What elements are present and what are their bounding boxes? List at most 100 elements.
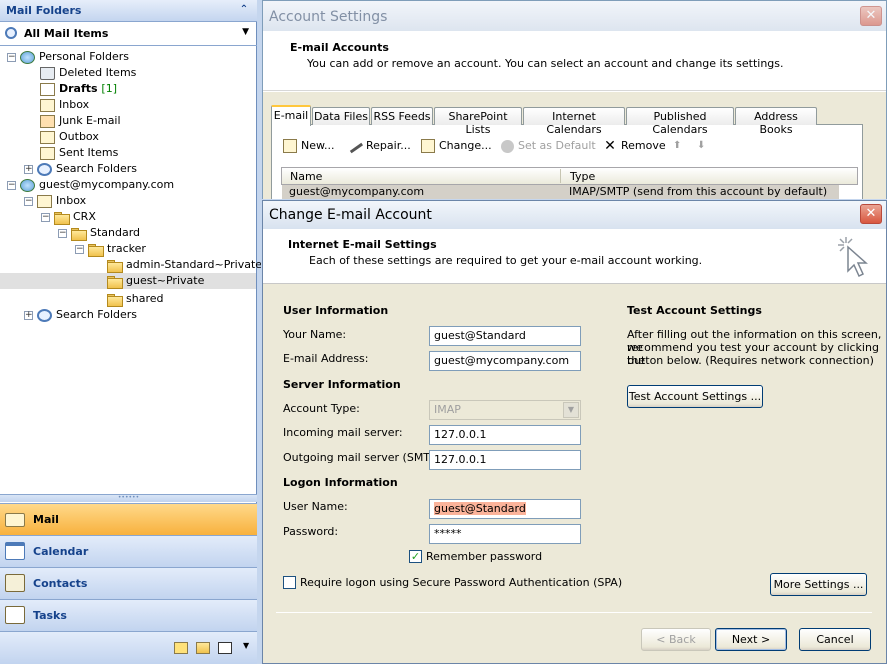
tree-item-label: tracker (107, 242, 146, 255)
column-type[interactable]: Type (570, 170, 595, 183)
tree-item-guest-private[interactable]: guest~Private (0, 273, 256, 289)
remove-button[interactable]: ✕ Remove (603, 136, 666, 156)
tab-rss-feeds[interactable]: RSS Feeds (371, 107, 433, 125)
tree-item-standard[interactable]: − Standard (58, 225, 140, 241)
mail-nav-button[interactable]: Mail (0, 503, 257, 535)
email-address-input[interactable]: guest@mycompany.com (429, 351, 581, 371)
tree-item-sent-items[interactable]: Sent Items (40, 145, 118, 161)
column-name[interactable]: Name (290, 170, 322, 183)
calendar-nav-button[interactable]: Calendar (0, 535, 257, 567)
dialog-title: Change E-mail Account (269, 207, 432, 223)
expand-toggle-icon[interactable]: + (24, 164, 33, 174)
account-type-select[interactable]: IMAP ▼ (429, 400, 581, 420)
dialog-separator (276, 612, 872, 613)
all-mail-items-label: All Mail Items (24, 27, 109, 40)
tree-item-imap-inbox[interactable]: − Inbox (24, 193, 86, 209)
tree-item-label: admin-Standard~Private (126, 258, 263, 271)
tab-address-books[interactable]: Address Books (735, 107, 817, 136)
tree-item-junk-email[interactable]: Junk E-mail (40, 113, 121, 129)
shortcuts-icon[interactable] (218, 642, 232, 654)
outgoing-server-input[interactable]: 127.0.0.1 (429, 450, 581, 470)
expand-toggle-icon[interactable]: + (24, 310, 33, 320)
configure-buttons-chevron-icon[interactable]: ▼ (243, 641, 249, 650)
table-row[interactable]: guest@mycompany.com IMAP/SMTP (send from… (282, 185, 839, 199)
nav-pane-splitter[interactable]: •••••• (0, 494, 257, 502)
spa-checkbox[interactable] (283, 576, 296, 589)
tree-item-label: Search Folders (56, 308, 138, 321)
outgoing-server-value: 127.0.0.1 (434, 453, 487, 466)
tasks-icon (5, 606, 25, 624)
close-button[interactable]: ✕ (860, 6, 882, 26)
collapse-toggle-icon[interactable]: − (75, 244, 84, 254)
email-address-label: E-mail Address: (283, 352, 369, 365)
cancel-button[interactable]: Cancel (799, 628, 871, 651)
next-button[interactable]: Next > (715, 628, 787, 651)
test-account-settings-button[interactable]: Test Account Settings ... (627, 385, 763, 408)
incoming-server-label: Incoming mail server: (283, 426, 403, 439)
close-button[interactable]: ✕ (860, 204, 882, 224)
tab-label: Address Books (754, 110, 798, 136)
tree-item-label: Outbox (59, 130, 99, 143)
tree-item-guest-account[interactable]: − guest@mycompany.com (7, 177, 174, 193)
spa-label: Require logon using Secure Password Auth… (300, 576, 623, 589)
incoming-server-value: 127.0.0.1 (434, 428, 487, 441)
collapse-toggle-icon[interactable]: − (41, 212, 50, 222)
move-up-arrow-icon[interactable]: ⬆ (673, 136, 681, 156)
nav-pane-header: Mail Folders ⌃ (0, 0, 257, 22)
tasks-nav-label: Tasks (33, 609, 67, 622)
all-mail-items-dropdown[interactable]: All Mail Items ▼ (0, 22, 257, 46)
change-button[interactable]: Change... (421, 136, 492, 156)
dialog-header: Internet E-mail Settings Each of these s… (263, 229, 886, 284)
sent-items-icon (40, 146, 55, 160)
back-button[interactable]: < Back (641, 628, 711, 651)
tab-published-calendars[interactable]: Published Calendars (626, 107, 734, 136)
mail-icon (5, 513, 25, 527)
tab-sharepoint-lists[interactable]: SharePoint Lists (434, 107, 522, 136)
folder-icon (107, 259, 123, 273)
tab-internet-calendars[interactable]: Internet Calendars (523, 107, 625, 136)
collapse-toggle-icon[interactable]: − (7, 180, 16, 190)
collapse-toggle-icon[interactable]: − (58, 228, 67, 238)
tasks-nav-button[interactable]: Tasks (0, 599, 257, 631)
account-type-label: Account Type: (283, 402, 360, 415)
incoming-server-input[interactable]: 127.0.0.1 (429, 425, 581, 445)
collapse-toggle-icon[interactable]: − (24, 196, 33, 206)
tree-item-crx[interactable]: − CRX (41, 209, 96, 225)
your-name-input[interactable]: guest@Standard (429, 326, 581, 346)
account-name-cell: guest@mycompany.com (289, 185, 425, 198)
accounts-list-header: Name Type (281, 167, 858, 185)
folder-list-icon[interactable] (196, 642, 210, 654)
notes-icon[interactable] (174, 642, 188, 654)
tree-item-personal-folders[interactable]: − Personal Folders (7, 49, 129, 65)
tree-item-outbox[interactable]: Outbox (40, 129, 99, 145)
personal-folders-icon (20, 50, 35, 64)
tab-data-files[interactable]: Data Files (312, 107, 370, 125)
unread-count: [1] (101, 82, 118, 95)
collapse-chevron-icon[interactable]: ⌃ (237, 3, 251, 17)
cursor-sparkle-icon (838, 237, 868, 278)
set-as-default-button[interactable]: Set as Default (501, 136, 596, 156)
remember-password-checkbox[interactable]: ✓ (409, 550, 422, 563)
tree-item-drafts[interactable]: Drafts [1] (40, 81, 117, 97)
tree-item-search-folders-imap[interactable]: + Search Folders (24, 307, 137, 323)
test-description-line: button below. (Requires network connecti… (627, 354, 874, 367)
contacts-nav-button[interactable]: Contacts (0, 567, 257, 599)
more-settings-button[interactable]: More Settings ... (770, 573, 867, 596)
calendar-icon (5, 542, 25, 560)
tree-item-label: guest@mycompany.com (39, 178, 175, 191)
tree-item-admin-standard-private[interactable]: admin-Standard~Private (107, 257, 262, 273)
move-down-arrow-icon[interactable]: ⬇ (697, 136, 705, 156)
tree-item-shared[interactable]: shared (107, 291, 163, 307)
tree-item-search-folders[interactable]: + Search Folders (24, 161, 137, 177)
collapse-toggle-icon[interactable]: − (7, 52, 16, 62)
new-account-button[interactable]: New... (283, 136, 334, 156)
tree-item-inbox[interactable]: Inbox (40, 97, 89, 113)
repair-button[interactable]: Repair... (346, 136, 411, 156)
tab-email[interactable]: E-mail (271, 105, 311, 126)
user-name-value: guest@Standard (434, 502, 526, 515)
password-input[interactable]: ***** (429, 524, 581, 544)
tree-item-deleted-items[interactable]: Deleted Items (40, 65, 136, 81)
user-name-input[interactable]: guest@Standard (429, 499, 581, 519)
password-label: Password: (283, 525, 339, 538)
tree-item-tracker[interactable]: − tracker (75, 241, 146, 257)
